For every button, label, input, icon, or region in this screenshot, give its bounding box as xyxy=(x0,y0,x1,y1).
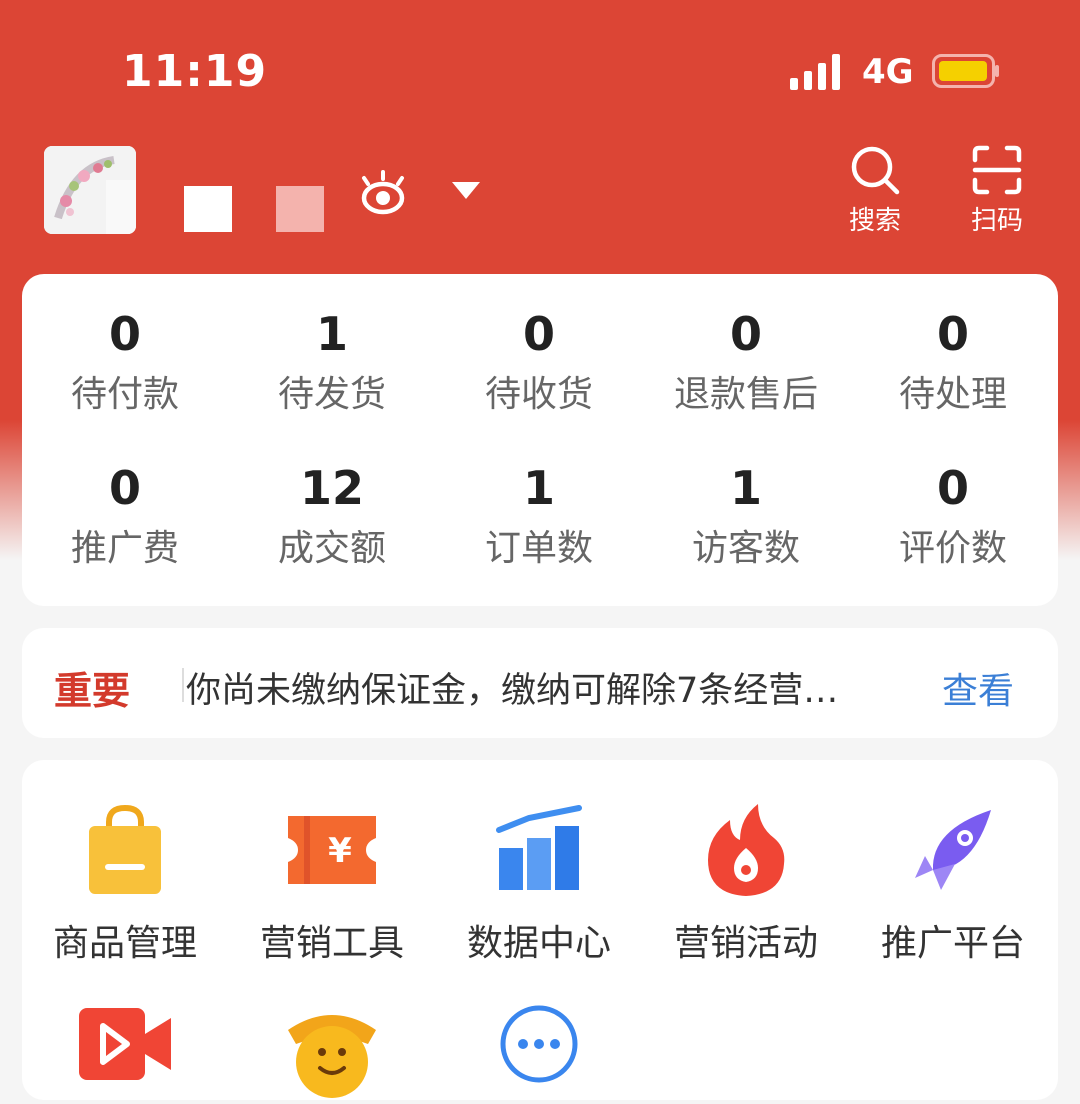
stat-label: 推广费 xyxy=(70,528,179,569)
flame-icon xyxy=(708,804,785,896)
bar-chart-icon xyxy=(496,805,582,890)
stat-value: 0 xyxy=(729,307,762,361)
stat-label: 访客数 xyxy=(691,528,800,569)
tool-video[interactable] xyxy=(25,1000,225,1104)
chevron-down-icon[interactable] xyxy=(450,180,482,202)
store-name-block xyxy=(184,186,232,232)
stat-turnover[interactable]: 12 成交额 xyxy=(232,460,432,574)
shopping-bag-icon xyxy=(89,804,161,894)
tool-promotion-platform[interactable]: 推广平台 xyxy=(853,800,1053,968)
stat-orders[interactable]: 1 订单数 xyxy=(439,460,639,574)
stat-to-handle[interactable]: 0 待处理 xyxy=(853,306,1053,420)
tools-grid: 商品管理 ¥ 营销工具 数据中心 营销活动 推广平台 xyxy=(22,760,1058,1100)
network-type: 4G xyxy=(862,52,914,92)
coupon-ticket-icon: ¥ xyxy=(288,816,376,884)
stat-value: 1 xyxy=(315,307,348,361)
battery-icon xyxy=(932,54,999,88)
stat-pending-receipt[interactable]: 0 待收货 xyxy=(439,306,639,420)
stats-card: 0 待付款 1 待发货 0 待收货 0 退款售后 0 待处理 0 推广费 12 … xyxy=(22,274,1058,606)
svg-text:¥: ¥ xyxy=(328,831,352,871)
notice-tag: 重要 xyxy=(54,669,131,713)
rocket-icon xyxy=(915,810,991,890)
stat-visitors[interactable]: 1 访客数 xyxy=(646,460,846,574)
stat-label: 待付款 xyxy=(70,374,179,415)
more-dots-icon xyxy=(500,1005,578,1083)
eye-icon[interactable] xyxy=(358,170,408,216)
stat-value: 1 xyxy=(522,461,555,515)
tool-label: 推广平台 xyxy=(880,923,1025,964)
stat-label: 订单数 xyxy=(484,528,593,569)
stat-label: 待发货 xyxy=(277,374,386,415)
scan-button[interactable]: 扫码 xyxy=(952,144,1042,244)
tool-marketing-activities[interactable]: 营销活动 xyxy=(646,800,846,968)
stat-label: 成交额 xyxy=(277,528,386,569)
notice-view-link[interactable]: 查看 xyxy=(942,662,1014,714)
video-play-icon xyxy=(79,1008,171,1080)
stat-value: 0 xyxy=(936,461,969,515)
store-avatar[interactable] xyxy=(44,146,136,234)
notice-message: 你尚未缴纳保证金，缴纳可解除7条经营… xyxy=(186,671,839,711)
scan-icon xyxy=(972,145,1022,195)
status-bar: 11:19 4G xyxy=(0,0,1080,140)
tool-label: 商品管理 xyxy=(52,923,197,964)
tool-data-center[interactable]: 数据中心 xyxy=(439,800,639,968)
stat-pending-shipment[interactable]: 1 待发货 xyxy=(232,306,432,420)
stat-refunds[interactable]: 0 退款售后 xyxy=(646,306,846,420)
stat-reviews[interactable]: 0 评价数 xyxy=(853,460,1053,574)
stat-pending-payment[interactable]: 0 待付款 xyxy=(25,306,225,420)
stat-promotion-fee[interactable]: 0 推广费 xyxy=(25,460,225,574)
smiley-mascot-icon xyxy=(288,1015,376,1098)
stat-label: 评价数 xyxy=(898,528,1007,569)
stat-value: 0 xyxy=(522,307,555,361)
notice-divider xyxy=(182,668,184,702)
scan-label: 扫码 xyxy=(970,206,1023,236)
tool-more[interactable] xyxy=(439,1000,639,1104)
status-time: 11:19 xyxy=(122,46,268,97)
stat-value: 0 xyxy=(108,461,141,515)
avatar-image xyxy=(44,146,136,234)
tool-label: 营销活动 xyxy=(673,923,818,964)
search-icon xyxy=(851,146,900,195)
stat-value: 0 xyxy=(108,307,141,361)
search-button[interactable]: 搜索 xyxy=(830,144,920,244)
important-notice[interactable]: 重要 你尚未缴纳保证金，缴纳可解除7条经营… 查看 xyxy=(22,628,1058,738)
tool-product-management[interactable]: 商品管理 xyxy=(25,800,225,968)
tool-marketing-tools[interactable]: ¥ 营销工具 xyxy=(232,800,432,968)
tool-label: 数据中心 xyxy=(466,923,611,964)
stat-label: 待处理 xyxy=(898,374,1007,415)
stat-label: 待收货 xyxy=(484,374,593,415)
stat-value: 12 xyxy=(299,461,364,515)
signal-icon xyxy=(790,54,840,90)
tool-mascot[interactable] xyxy=(232,1000,432,1104)
stat-label: 退款售后 xyxy=(673,374,818,415)
search-label: 搜索 xyxy=(848,206,901,236)
stat-value: 1 xyxy=(729,461,762,515)
store-name-block-2 xyxy=(276,186,324,232)
tool-label: 营销工具 xyxy=(259,923,404,964)
stat-value: 0 xyxy=(936,307,969,361)
